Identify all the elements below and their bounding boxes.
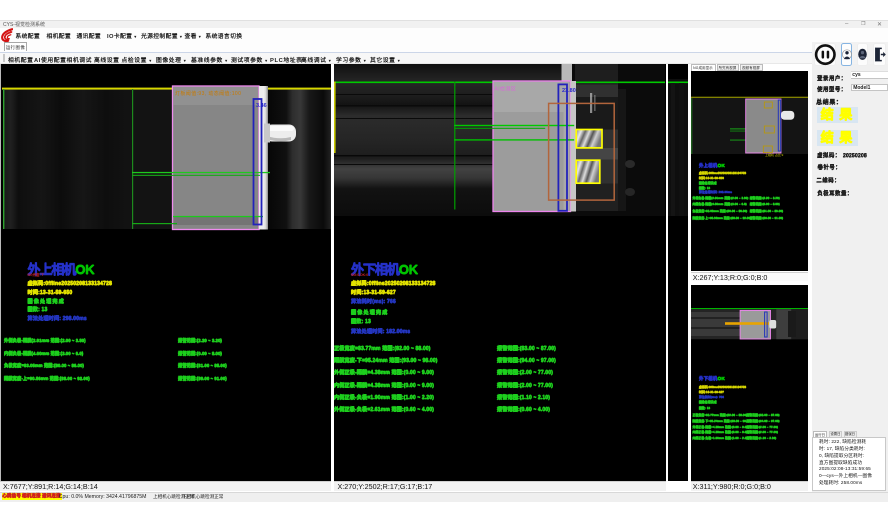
svg-text:3.46: 3.46 [256, 103, 267, 109]
svg-text:AI检测区: AI检测区 [495, 85, 517, 92]
svg-text:23.80: 23.80 [562, 88, 576, 94]
svg-text:灯板阈值:93, 动态阈值:100: 灯板阈值:93, 动态阈值:100 [175, 90, 241, 97]
svg-text:上相机 占比:9: 上相机 占比:9 [765, 152, 784, 157]
